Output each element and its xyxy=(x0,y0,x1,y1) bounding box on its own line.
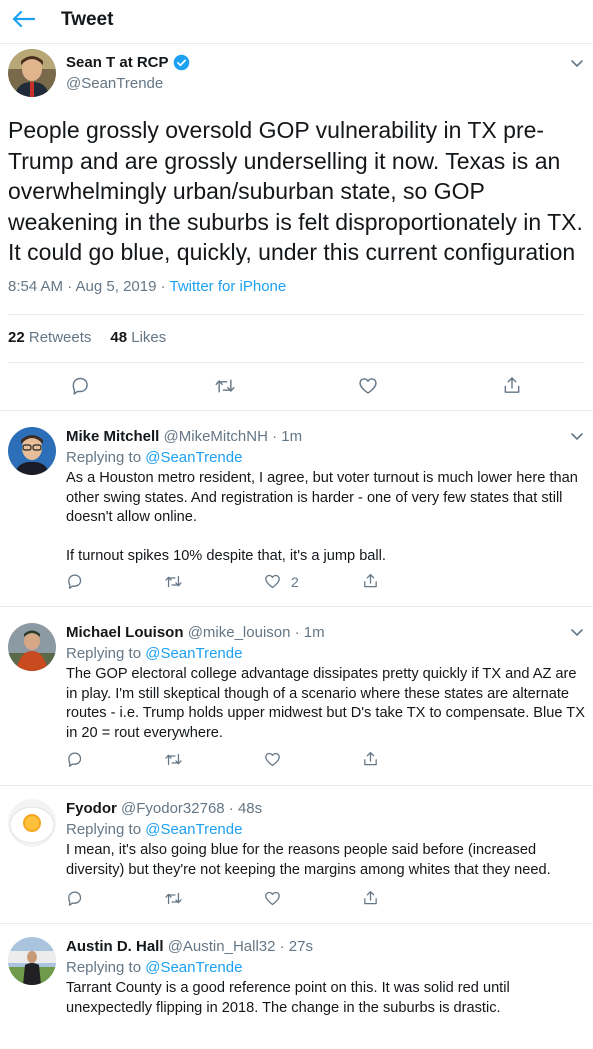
author-name-text: Sean T at RCP xyxy=(66,54,169,71)
like-button[interactable] xyxy=(264,890,281,907)
reply-tweet[interactable]: Mike Mitchell @MikeMitchNH · 1m Replying… xyxy=(0,412,593,607)
like-button[interactable] xyxy=(264,751,281,768)
reply-text: I mean, it's also going blue for the rea… xyxy=(66,842,551,878)
chevron-down-icon[interactable] xyxy=(570,59,584,69)
replying-to: Replying to @SeanTrende xyxy=(66,821,242,838)
retweet-icon xyxy=(165,575,182,588)
replying-to-link[interactable]: @SeanTrende xyxy=(145,959,242,976)
author-handle-time[interactable]: @Fyodor32768 · 48s xyxy=(121,800,262,817)
author-name[interactable]: Fyodor xyxy=(66,800,117,817)
reply-header: Austin D. Hall @Austin_Hall32 · 27s xyxy=(66,938,313,955)
like-icon xyxy=(359,378,377,394)
retweets-stat[interactable]: 22 Retweets xyxy=(8,329,91,346)
like-icon xyxy=(265,891,280,906)
share-icon xyxy=(504,377,520,393)
reply-tweet[interactable]: Michael Louison @mike_louison · 1m Reply… xyxy=(0,608,593,786)
likes-stat[interactable]: 48 Likes xyxy=(110,329,166,346)
reply-text: The GOP electoral college advantage diss… xyxy=(66,666,585,741)
engagement-stats: 22 Retweets 48 Likes xyxy=(8,329,166,346)
replying-to-link[interactable]: @SeanTrende xyxy=(145,821,242,838)
reply-text: Tarrant County is a good reference point… xyxy=(66,980,510,1016)
replying-to: Replying to @SeanTrende xyxy=(66,449,242,466)
reply-tweet[interactable]: Austin D. Hall @Austin_Hall32 · 27s Repl… xyxy=(0,925,593,1049)
retweets-label: Retweets xyxy=(28,329,92,346)
replying-label: Replying to xyxy=(66,959,146,976)
replying-to-link[interactable]: @SeanTrende xyxy=(145,449,242,466)
share-button[interactable] xyxy=(502,375,522,396)
like-icon xyxy=(265,752,280,767)
author-name[interactable]: Mike Mitchell xyxy=(66,428,159,445)
retweets-count: 22 xyxy=(8,329,25,346)
page-title: Tweet xyxy=(61,9,114,30)
replying-label: Replying to xyxy=(66,645,146,662)
share-icon xyxy=(364,751,377,766)
replying-to: Replying to @SeanTrende xyxy=(66,959,242,976)
divider xyxy=(8,362,585,363)
replying-label: Replying to xyxy=(66,449,146,466)
share-button[interactable] xyxy=(362,750,379,768)
share-button[interactable] xyxy=(362,889,379,907)
likes-count: 48 xyxy=(110,329,128,346)
back-arrow-icon[interactable] xyxy=(10,9,36,29)
reply-header: Mike Mitchell @MikeMitchNH · 1m xyxy=(66,428,302,445)
share-icon xyxy=(364,573,377,588)
author-handle-time[interactable]: @Austin_Hall32 · 27s xyxy=(168,938,313,955)
avatar[interactable] xyxy=(8,937,56,985)
reply-icon xyxy=(68,574,82,589)
reply-button[interactable] xyxy=(70,376,90,396)
retweet-icon xyxy=(215,379,235,393)
like-count: 2 xyxy=(291,573,299,590)
reply-button[interactable] xyxy=(66,573,83,590)
reply-button[interactable] xyxy=(66,890,83,907)
reply-header: Michael Louison @mike_louison · 1m xyxy=(66,624,325,641)
tweet-text: People grossly oversold GOP vulnerabilit… xyxy=(8,117,583,265)
main-tweet: Sean T at RCP @SeanTrende People grossly… xyxy=(0,44,593,411)
author-name[interactable]: Sean T at RCP xyxy=(66,54,190,71)
author-handle[interactable]: @SeanTrende xyxy=(66,75,163,92)
reply-tweet[interactable]: Fyodor @Fyodor32768 · 48s Replying to @S… xyxy=(0,787,593,924)
top-bar: Tweet xyxy=(0,0,593,44)
chevron-down-icon[interactable] xyxy=(570,628,584,638)
retweet-icon xyxy=(165,892,182,905)
replying-label: Replying to xyxy=(66,821,146,838)
replying-to: Replying to @SeanTrende xyxy=(66,645,242,662)
likes-label: Likes xyxy=(131,329,167,346)
timestamp[interactable]: 8:54 AM · Aug 5, 2019 · xyxy=(8,278,170,295)
retweet-button[interactable] xyxy=(164,890,183,907)
avatar[interactable] xyxy=(8,49,56,97)
reply-icon xyxy=(68,752,82,767)
like-icon xyxy=(265,574,280,589)
retweet-button[interactable] xyxy=(164,573,183,590)
avatar[interactable] xyxy=(8,427,56,475)
avatar[interactable] xyxy=(8,799,56,847)
reply-text: As a Houston metro resident, I agree, bu… xyxy=(66,470,578,564)
share-icon xyxy=(364,890,377,905)
verified-badge-icon xyxy=(173,54,189,71)
reply-icon xyxy=(68,891,82,906)
reply-button[interactable] xyxy=(66,751,83,768)
divider xyxy=(8,314,585,315)
retweet-button[interactable] xyxy=(164,751,183,768)
author-name[interactable]: Austin D. Hall xyxy=(66,938,164,955)
retweet-button[interactable] xyxy=(214,376,236,396)
author-handle-time[interactable]: @MikeMitchNH · 1m xyxy=(164,428,303,445)
retweet-icon xyxy=(165,753,182,766)
tweet-source[interactable]: Twitter for iPhone xyxy=(170,278,287,295)
share-button[interactable] xyxy=(362,572,379,590)
chevron-down-icon[interactable] xyxy=(570,432,584,442)
replying-to-link[interactable]: @SeanTrende xyxy=(145,645,242,662)
reply-icon xyxy=(72,377,88,395)
author-handle-time[interactable]: @mike_louison · 1m xyxy=(188,624,325,641)
author-name[interactable]: Michael Louison xyxy=(66,624,184,641)
like-button[interactable] xyxy=(358,376,378,396)
avatar[interactable] xyxy=(8,623,56,671)
like-button[interactable]: 2 xyxy=(264,573,299,590)
reply-header: Fyodor @Fyodor32768 · 48s xyxy=(66,800,262,817)
tweet-meta: 8:54 AM · Aug 5, 2019 · Twitter for iPho… xyxy=(8,278,286,295)
